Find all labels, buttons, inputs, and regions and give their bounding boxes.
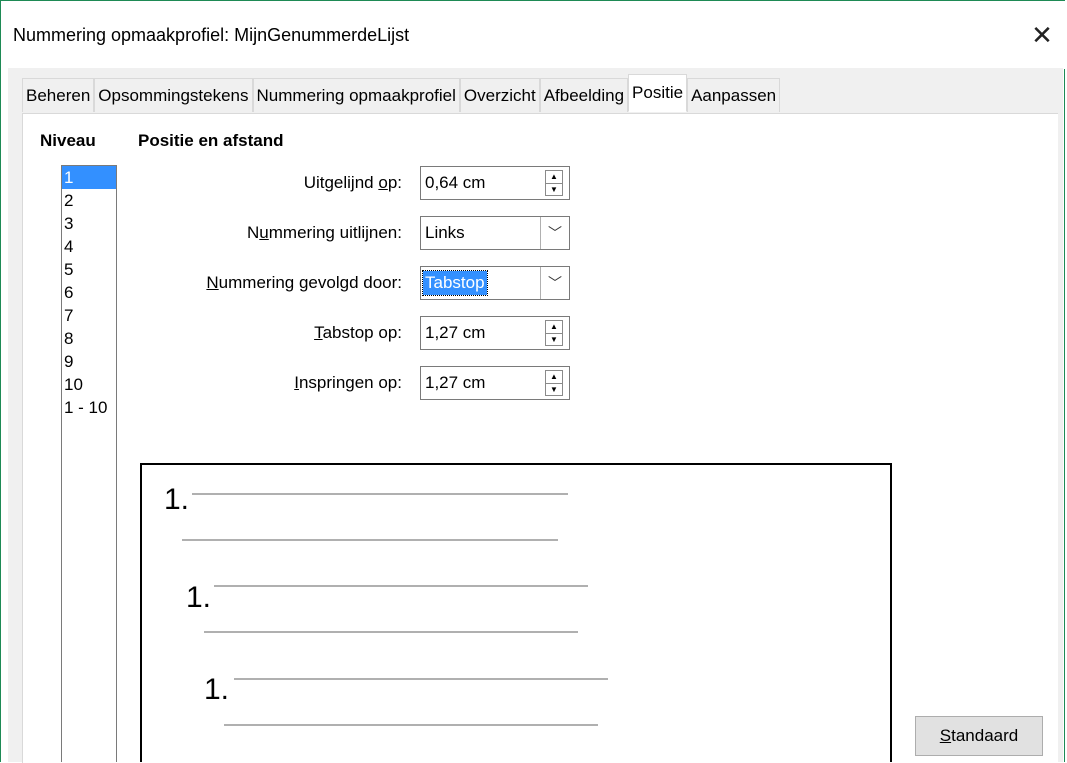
level-item[interactable]: 6 [62, 281, 116, 304]
tab-positie[interactable]: Positie [628, 74, 688, 112]
level-item[interactable]: 1 [62, 166, 116, 189]
indent-at-spin-buttons: ▲ ▼ [545, 370, 563, 396]
aligned-at-spin-buttons: ▲ ▼ [545, 170, 563, 196]
tab-overzicht[interactable]: Overzicht [459, 78, 540, 112]
preview-line [192, 493, 568, 495]
spin-down-icon[interactable]: ▼ [546, 334, 562, 346]
level-item[interactable]: 10 [62, 373, 116, 396]
close-icon[interactable]: ✕ [1022, 15, 1062, 55]
aligned-at-spinbox[interactable]: 0,64 cm ▲ ▼ [420, 166, 570, 200]
spin-up-icon[interactable]: ▲ [546, 171, 562, 184]
preview-line [182, 539, 558, 541]
tab-at-spinbox[interactable]: 1,27 cm ▲ ▼ [420, 316, 570, 350]
aligned-at-value[interactable]: 0,64 cm [425, 173, 485, 193]
preview-number: 1. [164, 483, 190, 516]
numbering-align-select[interactable]: Links ﹀ [420, 216, 570, 250]
followed-by-select[interactable]: Tabstop ﹀ [420, 266, 570, 300]
followed-by-label: Nummering gevolgd door: [206, 273, 402, 292]
preview-line [204, 631, 578, 633]
indent-at-value[interactable]: 1,27 cm [425, 373, 485, 393]
tab-beheren[interactable]: Beheren [22, 78, 95, 112]
tab-at-value[interactable]: 1,27 cm [425, 323, 485, 343]
indent-at-spinbox[interactable]: 1,27 cm ▲ ▼ [420, 366, 570, 400]
level-heading: Niveau [40, 131, 96, 150]
numbering-align-label: Nummering uitlijnen: [247, 223, 402, 242]
level-item[interactable]: 7 [62, 304, 116, 327]
level-item[interactable]: 2 [62, 189, 116, 212]
preview-number: 1. [204, 673, 230, 706]
tab-at-spin-buttons: ▲ ▼ [545, 320, 563, 346]
tab-opsommingstekens[interactable]: Opsommingstekens [94, 78, 253, 112]
level-item[interactable]: 4 [62, 235, 116, 258]
followed-by-value: Tabstop [422, 270, 488, 296]
tab-nummering-opmaakprofiel[interactable]: Nummering opmaakprofiel [252, 78, 460, 112]
preview-line [234, 678, 608, 680]
level-item[interactable]: 8 [62, 327, 116, 350]
chevron-down-icon[interactable]: ﹀ [540, 267, 569, 299]
numbering-align-value: Links [425, 223, 465, 242]
spin-up-icon[interactable]: ▲ [546, 321, 562, 334]
aligned-at-label: Uitgelijnd op: [303, 173, 402, 192]
tab-afbeelding[interactable]: Afbeelding [539, 78, 629, 112]
default-button[interactable]: Standaard [915, 716, 1043, 756]
spin-down-icon[interactable]: ▼ [546, 184, 562, 196]
level-item[interactable]: 9 [62, 350, 116, 373]
preview-line [214, 585, 588, 587]
preview-number: 1. [186, 581, 212, 614]
title-bar: Nummering opmaakprofiel: MijnGenummerdeL… [1, 1, 1066, 69]
window-title: Nummering opmaakprofiel: MijnGenummerdeL… [13, 25, 410, 45]
tab-at-label: Tabstop op: [314, 323, 402, 342]
level-list[interactable]: 1 2 3 4 5 6 7 8 9 10 1 - 10 [61, 165, 117, 762]
level-item[interactable]: 3 [62, 212, 116, 235]
spin-down-icon[interactable]: ▼ [546, 384, 562, 396]
spin-up-icon[interactable]: ▲ [546, 371, 562, 384]
chevron-down-icon[interactable]: ﹀ [540, 217, 569, 249]
tab-aanpassen[interactable]: Aanpassen [687, 78, 781, 112]
numbering-preview: 1. 1. 1. [140, 463, 892, 762]
tab-bar: Beheren Opsommingstekens Nummering opmaa… [22, 74, 781, 112]
section-heading: Positie en afstand [138, 131, 284, 150]
preview-line [224, 724, 598, 726]
level-item[interactable]: 5 [62, 258, 116, 281]
indent-at-label: Inspringen op: [294, 373, 402, 392]
level-item[interactable]: 1 - 10 [62, 396, 116, 419]
